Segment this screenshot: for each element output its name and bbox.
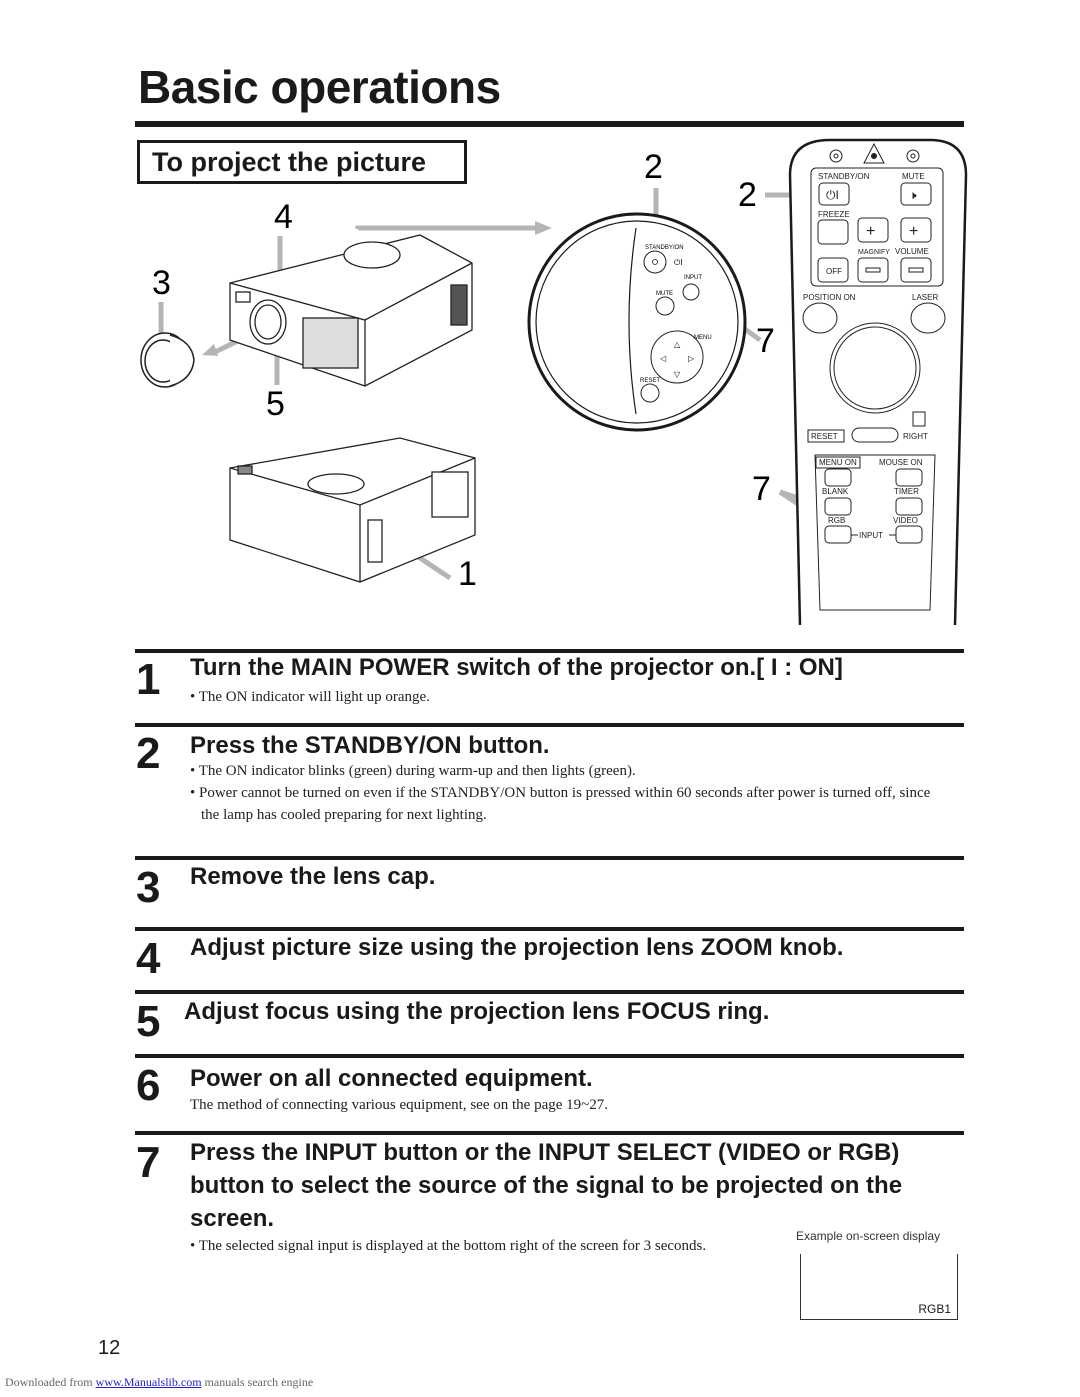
step-2-number: 2 bbox=[136, 729, 161, 778]
step-1-notes: • The ON indicator will light up orange. bbox=[190, 686, 430, 708]
footer-prefix: Downloaded from bbox=[5, 1375, 96, 1389]
remote-menu-on-button bbox=[824, 468, 852, 487]
remote-mouse-on-button bbox=[895, 468, 923, 487]
step-6-notes: The method of connecting various equipme… bbox=[190, 1094, 608, 1116]
remote-label-rgb: RGB bbox=[828, 516, 845, 525]
plus-icon: + bbox=[909, 223, 918, 240]
step-2-notes: • The ON indicator blinks (green) during… bbox=[190, 760, 950, 826]
remote-position-button bbox=[802, 302, 838, 334]
remote-video-button bbox=[895, 525, 923, 544]
step-6-note: The method of connecting various equipme… bbox=[190, 1097, 609, 1113]
projector-rear-view bbox=[229, 437, 476, 583]
step-6-heading: Power on all connected equipment. bbox=[190, 1065, 593, 1092]
remote-timer-button bbox=[895, 497, 923, 516]
arrow-head bbox=[202, 344, 218, 356]
remote-label-input: INPUT bbox=[859, 531, 883, 540]
arrow-down-icon: ▽ bbox=[674, 370, 681, 379]
callout-7-panel: 7 bbox=[756, 322, 775, 360]
remote-label-laser: LASER bbox=[912, 293, 938, 302]
callout-5: 5 bbox=[266, 385, 285, 423]
remote-right-click-button bbox=[851, 427, 899, 443]
remote-label-freeze: FREEZE bbox=[818, 210, 850, 219]
arrow-head bbox=[535, 221, 552, 235]
step-divider bbox=[135, 927, 964, 931]
arrow-left-icon: ◁ bbox=[660, 354, 667, 363]
panel-label-mute: MUTE bbox=[656, 291, 673, 297]
speaker-mute-icon: 🕨 bbox=[909, 188, 917, 202]
callout-1: 1 bbox=[458, 555, 477, 593]
panel-label-standby: STANDBY/ON bbox=[645, 245, 684, 251]
remote-label-blank: BLANK bbox=[822, 487, 849, 496]
step-7-number: 7 bbox=[136, 1138, 161, 1187]
step-3-heading: Remove the lens cap. bbox=[190, 863, 436, 890]
manualslib-link[interactable]: www.Manualslib.com bbox=[96, 1375, 202, 1389]
remote-label-standby: STANDBY/ON bbox=[818, 172, 870, 181]
projector-illustration: 4 3 5 1 2 2 7 7 STANDBY/ON ⏻I INPUT MUTE… bbox=[140, 138, 968, 626]
step-divider bbox=[135, 1131, 964, 1135]
download-footer: Downloaded from www.Manualslib.com manua… bbox=[5, 1375, 313, 1390]
panel-label-reset: RESET bbox=[640, 378, 660, 384]
projector-front-view bbox=[229, 234, 473, 387]
panel-reset-button bbox=[640, 383, 660, 403]
step-1-number: 1 bbox=[136, 655, 161, 704]
osd-example-screen: RGB1 bbox=[800, 1254, 958, 1320]
remote-label-mute: MUTE bbox=[902, 172, 925, 181]
mouse-icon bbox=[912, 411, 926, 427]
step-7-notes: • The selected signal input is displayed… bbox=[190, 1235, 750, 1257]
step-2-heading: Press the STANDBY/ON button. bbox=[190, 732, 550, 759]
step-divider bbox=[135, 1054, 964, 1058]
step-6-number: 6 bbox=[136, 1061, 161, 1110]
remote-freeze-button bbox=[817, 219, 849, 245]
step-4-number: 4 bbox=[136, 934, 161, 983]
step-divider bbox=[135, 856, 964, 860]
remote-label-magnify: MAGNIFY bbox=[858, 249, 890, 256]
step-1-note: • The ON indicator will light up orange. bbox=[190, 689, 430, 705]
remote-label-right: RIGHT bbox=[903, 432, 928, 441]
step-2-note: • The ON indicator blinks (green) during… bbox=[190, 763, 636, 779]
step-3-number: 3 bbox=[136, 863, 161, 912]
remote-label-timer: TIMER bbox=[894, 487, 919, 496]
callout-2-panel: 2 bbox=[644, 148, 663, 186]
power-icon: ⏻I bbox=[674, 258, 683, 267]
remote-control: STANDBY/ON MUTE ⏻I 🕨 FREEZE + + MAGNIFY … bbox=[788, 138, 968, 626]
remote-label-mouse-on: MOUSE ON bbox=[879, 458, 923, 467]
step-divider bbox=[135, 990, 964, 994]
step-divider bbox=[135, 723, 964, 727]
remote-label-position: POSITION ON bbox=[803, 293, 856, 302]
remote-label-video: VIDEO bbox=[893, 516, 918, 525]
callout-2-remote: 2 bbox=[738, 176, 757, 214]
arrow-right-icon: ▷ bbox=[688, 354, 695, 363]
panel-input-button bbox=[682, 283, 700, 301]
remote-blank-button bbox=[824, 497, 852, 516]
step-7-heading: Press the INPUT button or the INPUT SELE… bbox=[190, 1139, 903, 1232]
arrow-up-icon: △ bbox=[674, 340, 681, 349]
remote-label-volume: VOLUME bbox=[895, 247, 929, 256]
footer-suffix: manuals search engine bbox=[201, 1375, 314, 1389]
step-5-heading: Adjust focus using the projection lens F… bbox=[184, 998, 770, 1025]
step-1-heading: Turn the MAIN POWER switch of the projec… bbox=[190, 654, 843, 681]
page-number: 12 bbox=[98, 1337, 121, 1359]
osd-signal-label: RGB1 bbox=[918, 1302, 951, 1316]
step-2-note: • Power cannot be turned on even if the … bbox=[190, 785, 931, 823]
step-4-heading: Adjust picture size using the projection… bbox=[190, 934, 844, 961]
remote-label-menu-on: MENU ON bbox=[819, 458, 857, 467]
remote-label-reset: RESET bbox=[811, 432, 838, 441]
lens-cap bbox=[140, 332, 195, 388]
control-panel-detail: STANDBY/ON ⏻I INPUT MUTE MENU △ ▽ ◁ ▷ RE… bbox=[527, 212, 747, 432]
power-icon: ⏻I bbox=[826, 188, 839, 202]
remote-rgb-button bbox=[824, 525, 852, 544]
panel-mute-button bbox=[655, 296, 675, 316]
remote-label-off: OFF bbox=[826, 267, 842, 276]
step-7-note: • The selected signal input is displayed… bbox=[190, 1238, 707, 1254]
callout-4: 4 bbox=[274, 198, 293, 236]
callout-7-remote: 7 bbox=[752, 470, 771, 508]
step-5-number: 5 bbox=[136, 997, 161, 1046]
panel-label-input: INPUT bbox=[684, 275, 702, 281]
panel-label-menu: MENU bbox=[694, 335, 712, 341]
plus-icon: + bbox=[866, 223, 875, 240]
remote-laser-button bbox=[910, 302, 946, 334]
osd-example-caption: Example on-screen display bbox=[796, 1229, 941, 1243]
callout-3: 3 bbox=[152, 264, 171, 302]
